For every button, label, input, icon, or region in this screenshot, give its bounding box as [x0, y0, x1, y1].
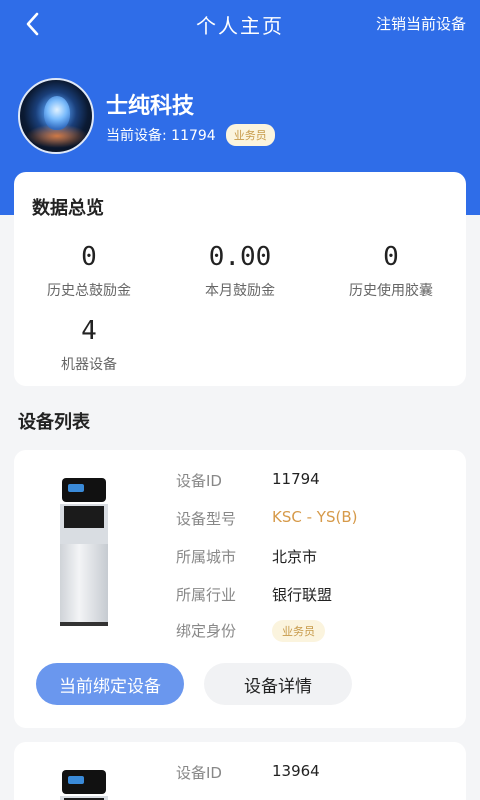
current-device-line: 当前设备: 11794 业务员: [106, 124, 275, 146]
current-device-text: 当前设备: 11794: [106, 128, 216, 144]
device-card: 设备ID 13964: [14, 742, 466, 800]
info-key: 设备ID: [176, 764, 222, 782]
info-value: 11794: [272, 470, 320, 488]
device-id-row: 设备ID 13964: [176, 762, 320, 783]
info-key: 设备型号: [176, 510, 237, 528]
info-value: 13964: [272, 762, 320, 780]
avatar[interactable]: [18, 78, 94, 154]
device-card: 设备ID 11794 设备型号 KSC - YS(B) 所属城市 北京市 所属行…: [14, 450, 466, 728]
info-value: 北京市: [272, 548, 318, 566]
stat-month-reward: 0.00 本月鼓励金: [165, 242, 315, 300]
device-id-row: 设备ID 11794: [176, 470, 320, 491]
current-bound-device-button[interactable]: 当前绑定设备: [36, 663, 184, 705]
stat-total-reward: 0 历史总鼓励金: [14, 242, 164, 300]
info-value: 银行联盟: [272, 586, 333, 604]
water-dispenser-image: [60, 478, 108, 626]
stat-label: 历史使用胶囊: [349, 283, 433, 299]
stat-value: 4: [81, 316, 97, 346]
stat-label: 机器设备: [61, 357, 117, 373]
stat-value: 0: [383, 242, 399, 272]
info-value: KSC - YS(B): [272, 508, 358, 526]
data-overview-card: 数据总览 0 历史总鼓励金 0.00 本月鼓励金 0 历史使用胶囊 4 机器设备: [14, 172, 466, 386]
device-model-row: 设备型号 KSC - YS(B): [176, 508, 357, 529]
stat-label: 本月鼓励金: [205, 283, 275, 299]
info-key: 所属城市: [176, 548, 237, 566]
user-name: 士纯科技: [106, 94, 195, 119]
stat-label: 历史总鼓励金: [47, 283, 131, 299]
avatar-head: [44, 96, 70, 130]
device-details-button[interactable]: 设备详情: [204, 663, 352, 705]
logout-device-link[interactable]: 注销当前设备: [376, 13, 466, 34]
stat-value: 0.00: [208, 242, 272, 272]
role-badge: 业务员: [225, 124, 275, 146]
stat-capsules: 0 历史使用胶囊: [316, 242, 466, 300]
info-key: 所属行业: [176, 586, 237, 604]
info-key: 设备ID: [176, 472, 222, 490]
overview-title: 数据总览: [32, 198, 104, 219]
water-dispenser-image: [60, 770, 108, 800]
device-list-title: 设备列表: [18, 412, 90, 433]
info-key: 绑定身份: [176, 622, 237, 640]
stat-machines: 4 机器设备: [14, 316, 164, 374]
binding-badge: 业务员: [272, 620, 325, 642]
stat-value: 0: [81, 242, 97, 272]
device-binding-row: 绑定身份 业务员: [176, 620, 325, 642]
device-industry-row: 所属行业 银行联盟: [176, 584, 332, 605]
top-nav: 个人主页 注销当前设备: [0, 0, 480, 48]
device-city-row: 所属城市 北京市: [176, 546, 317, 567]
